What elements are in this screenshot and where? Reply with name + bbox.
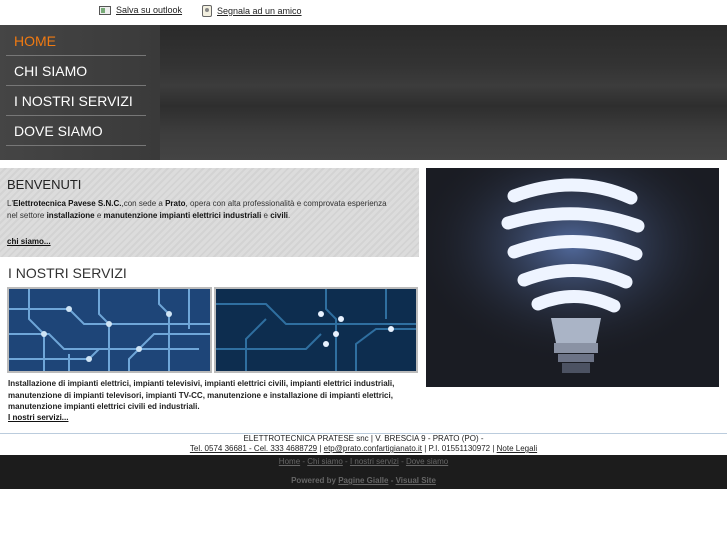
main-nav: HOME CHI SIAMO I NOSTRI SERVIZI DOVE SIA… [0,25,160,160]
footer-vat: | P.I. 01551130972 | [422,444,497,453]
services-description: Installazione di impianti elettrici, imp… [8,379,395,411]
footer-bottom: Home - Chi siamo - I nostri servizi - Do… [0,455,727,489]
footer-nav-separator: - [398,457,406,466]
powered-by-label: Powered by [291,476,339,485]
footer-phone-link[interactable]: Tel. 0574 36681 - Cel. 333 4688729 [190,444,317,453]
welcome-text-part: e [94,211,104,220]
footer-email-link[interactable]: etp@prato.confartigianato.it [324,444,422,453]
circuit-board-image [7,287,212,373]
save-outlook-link[interactable]: Salva su outlook [99,5,182,15]
light-bulb-image [426,168,719,387]
top-utility-bar: Salva su outlook Segnala ad un amico [0,0,727,25]
chi-siamo-link[interactable]: chi siamo... [7,237,51,246]
footer-powered-by: Powered by Pagine Gialle - Visual Site [0,476,727,485]
nav-item-home[interactable]: HOME [6,26,146,56]
welcome-box: BENVENUTI L'Elettrotecnica Pavese S.N.C.… [0,168,419,257]
services-title: I NOSTRI SERVIZI [8,265,127,281]
header-banner: HOME CHI SIAMO I NOSTRI SERVIZI DOVE SIA… [0,25,727,160]
servizi-link[interactable]: I nostri servizi... [8,413,68,422]
friend-icon [202,5,212,17]
welcome-text-part: . [288,211,291,220]
welcome-text: L'Elettrotecnica Pavese S.N.C.,con sede … [7,198,387,222]
nav-item-servizi[interactable]: I NOSTRI SERVIZI [6,86,146,116]
outlook-icon [99,5,111,15]
welcome-text-part: ,con sede a [121,199,166,208]
footer-nav-chi-siamo[interactable]: Chi siamo [307,457,343,466]
company-name: Elettrotecnica Pavese S.N.C. [12,199,122,208]
footer-nav-dove-siamo[interactable]: Dove siamo [406,457,448,466]
keyword: civili [270,211,289,220]
recommend-friend-link[interactable]: Segnala ad un amico [202,5,302,17]
page: Salva su outlook Segnala ad un amico HOM… [0,0,727,545]
visual-site-link[interactable]: Visual Site [396,476,436,485]
footer-address: ELETTROTECNICA PRATESE snc | V. BRESCIA … [243,434,484,443]
city-name: Prato [165,199,186,208]
welcome-title: BENVENUTI [7,177,82,192]
footer-nav-home[interactable]: Home [279,457,300,466]
nav-item-dove-siamo[interactable]: DOVE SIAMO [6,116,146,146]
circuit-board-image [214,287,418,373]
footer-legal-link[interactable]: Note Legali [497,444,537,453]
recommend-friend-label: Segnala ad un amico [217,6,302,16]
welcome-text-part: e [261,211,271,220]
footer-contacts: Tel. 0574 36681 - Cel. 333 4688729 | etp… [0,444,727,453]
nav-item-chi-siamo[interactable]: CHI SIAMO [6,56,146,86]
footer-nav-servizi[interactable]: I nostri servizi [350,457,399,466]
footer-nav-separator: - [342,457,350,466]
keyword: manutenzione impianti elettrici industri… [103,211,262,220]
footer-nav: Home - Chi siamo - I nostri servizi - Do… [0,457,727,466]
header-decoration [160,25,727,160]
keyword: installazione [46,211,95,220]
powered-separator: - [388,476,396,485]
save-outlook-label: Salva su outlook [116,5,183,15]
pagine-gialle-link[interactable]: Pagine Gialle [338,476,388,485]
